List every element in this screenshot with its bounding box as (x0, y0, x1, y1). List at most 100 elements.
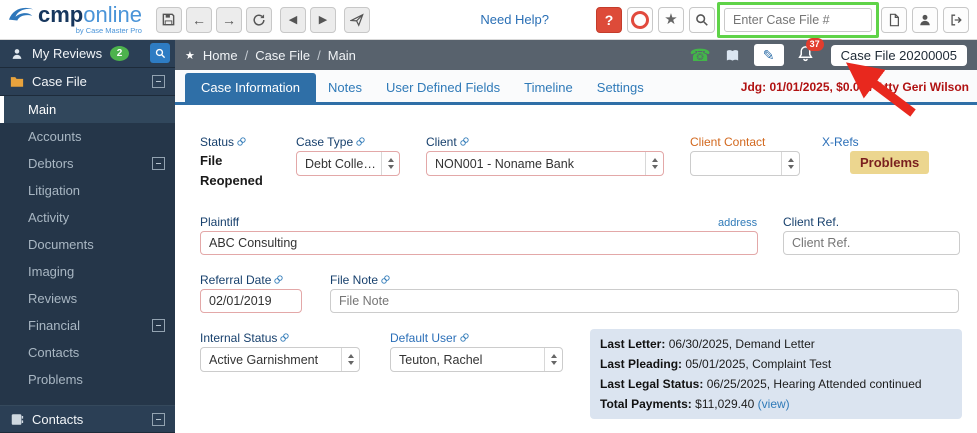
collapse-icon[interactable] (152, 412, 165, 426)
sidebar-item-activity[interactable]: Activity (0, 204, 175, 231)
referral-date-input[interactable] (200, 289, 302, 313)
label-text: Status (200, 135, 235, 149)
label-text: File Note (330, 273, 379, 287)
document-button[interactable] (881, 6, 907, 33)
client-contact-label: Client Contact (690, 135, 765, 149)
help-button[interactable]: ? (596, 6, 622, 33)
user-button[interactable] (912, 6, 938, 33)
sidebar-item-accounts[interactable]: Accounts (0, 123, 175, 150)
contacts-section-label: Contacts (32, 411, 84, 427)
case-information-form: Status Case Type Client Client Contact X… (175, 105, 977, 430)
field-link-icon[interactable] (381, 273, 390, 287)
sidebar-search-button[interactable] (150, 43, 170, 63)
collapse-icon[interactable] (152, 75, 165, 88)
field-link-icon[interactable] (274, 273, 284, 287)
need-help-link[interactable]: Need Help? (480, 12, 549, 27)
menu-label: Accounts (28, 129, 82, 144)
send-button[interactable] (343, 6, 370, 33)
next-record-button[interactable]: ▶ (309, 6, 336, 33)
problems-badge[interactable]: Problems (850, 151, 930, 174)
client-select[interactable]: NON001 - Noname Bank (426, 151, 664, 176)
alert-button[interactable] (627, 6, 653, 33)
case-file-number-input[interactable] (724, 7, 872, 32)
menu-label: Contacts (28, 345, 80, 360)
client-ref-input[interactable] (783, 231, 960, 255)
breadcrumb-actions: ☎ ✎ 37 Case File 20200005 (689, 38, 967, 66)
sidebar-item-reviews[interactable]: Reviews (0, 285, 175, 312)
sidebar-item-imaging[interactable]: Imaging (0, 258, 175, 285)
internal-status-select[interactable]: Active Garnishment (200, 347, 360, 372)
menu-label: Litigation (28, 183, 81, 198)
previous-record-button[interactable]: ◀ (279, 6, 306, 33)
notifications-button[interactable]: 37 (797, 38, 824, 65)
breadcrumb-case-file[interactable]: Case File (255, 48, 310, 63)
case-type-select[interactable]: Debt Collection (296, 151, 400, 176)
status-label: Status (200, 135, 246, 149)
logo-swoosh-icon (8, 4, 36, 27)
top-bar: cmponline by Case Master Pro ← → ◀ ▶ Nee… (0, 0, 977, 40)
sidebar-item-litigation[interactable]: Litigation (0, 177, 175, 204)
last-pleading-line: Last Pleading: 05/01/2025, Complaint Tes… (600, 354, 952, 374)
client-contact-select[interactable] (690, 151, 800, 176)
sidebar-section-case-file[interactable]: Case File (0, 68, 175, 96)
last-legal-status-value: 06/25/2025, Hearing Attended continued (706, 377, 922, 391)
refresh-button[interactable] (245, 6, 272, 33)
phone-icon[interactable]: ☎ (689, 47, 710, 64)
client-value: NON001 - Noname Bank (435, 156, 574, 171)
main-content: ★ Home / Case File / Main ☎ ✎ 37 Case Fi… (175, 38, 977, 433)
tab-notes[interactable]: Notes (316, 73, 374, 102)
breadcrumb-home[interactable]: Home (203, 48, 238, 63)
back-button[interactable]: ← (185, 6, 212, 33)
book-icon[interactable] (724, 48, 741, 63)
field-link-icon[interactable] (460, 135, 469, 149)
last-letter-value: 06/30/2025, Demand Letter (668, 337, 815, 351)
sidebar-item-my-reviews[interactable]: My Reviews 2 (0, 40, 175, 68)
sidebar-item-contacts[interactable]: Contacts (0, 339, 175, 366)
total-payments-value: $11,029.40 (695, 397, 755, 411)
sidebar-item-debtors[interactable]: Debtors (0, 150, 175, 177)
tab-case-information[interactable]: Case Information (185, 73, 316, 102)
last-letter-label: Last Letter: (600, 337, 666, 351)
default-user-select[interactable]: Teuton, Rachel (390, 347, 563, 372)
current-case-number: Case File 20200005 (830, 44, 967, 66)
app-logo[interactable]: cmponline by Case Master Pro (8, 4, 142, 35)
address-link[interactable]: address (718, 217, 757, 229)
field-link-icon[interactable] (356, 135, 365, 149)
sidebar-item-documents[interactable]: Documents (0, 231, 175, 258)
last-pleading-label: Last Pleading: (600, 357, 683, 371)
collapse-icon[interactable] (152, 319, 165, 332)
favorites-button[interactable]: ★ (658, 6, 684, 33)
sidebar-item-main[interactable]: Main (0, 96, 175, 123)
menu-label: Activity (28, 210, 70, 225)
label-text: Default User (390, 331, 457, 345)
plaintiff-label: Plaintiff (200, 215, 239, 229)
tab-user-defined-fields[interactable]: User Defined Fields (374, 73, 512, 102)
breadcrumb-main[interactable]: Main (328, 48, 356, 63)
plaintiff-input[interactable] (200, 231, 758, 255)
sidebar-item-problems[interactable]: Problems (0, 366, 175, 393)
field-link-icon[interactable] (460, 331, 469, 345)
collapse-icon[interactable] (152, 157, 165, 170)
forward-button[interactable]: → (215, 6, 242, 33)
label-text: Client Contact (690, 135, 766, 149)
label-text: X-Refs (822, 135, 859, 149)
edit-button[interactable]: ✎ (753, 44, 784, 66)
logo-online: online (83, 2, 142, 28)
logout-button[interactable] (943, 6, 969, 33)
view-payments-link[interactable]: (view) (758, 397, 790, 411)
field-link-icon[interactable] (237, 135, 246, 149)
case-summary-box: Last Letter: 06/30/2025, Demand Letter L… (590, 329, 962, 419)
sidebar-item-financial[interactable]: Financial (0, 312, 175, 339)
case-file-section-label: Case File (32, 74, 87, 89)
file-note-input[interactable] (330, 289, 959, 313)
tab-timeline[interactable]: Timeline (512, 73, 585, 102)
save-button[interactable] (155, 6, 182, 33)
label-text: Case Type (296, 135, 354, 149)
tab-settings[interactable]: Settings (585, 73, 656, 102)
search-button[interactable] (689, 6, 715, 33)
field-link-icon[interactable] (280, 331, 290, 345)
sidebar-section-contacts[interactable]: Contacts (0, 405, 175, 433)
previous-record-icon: ◀ (288, 14, 298, 26)
label-text: Client (426, 135, 457, 149)
arrow-right-icon: → (221, 11, 236, 28)
